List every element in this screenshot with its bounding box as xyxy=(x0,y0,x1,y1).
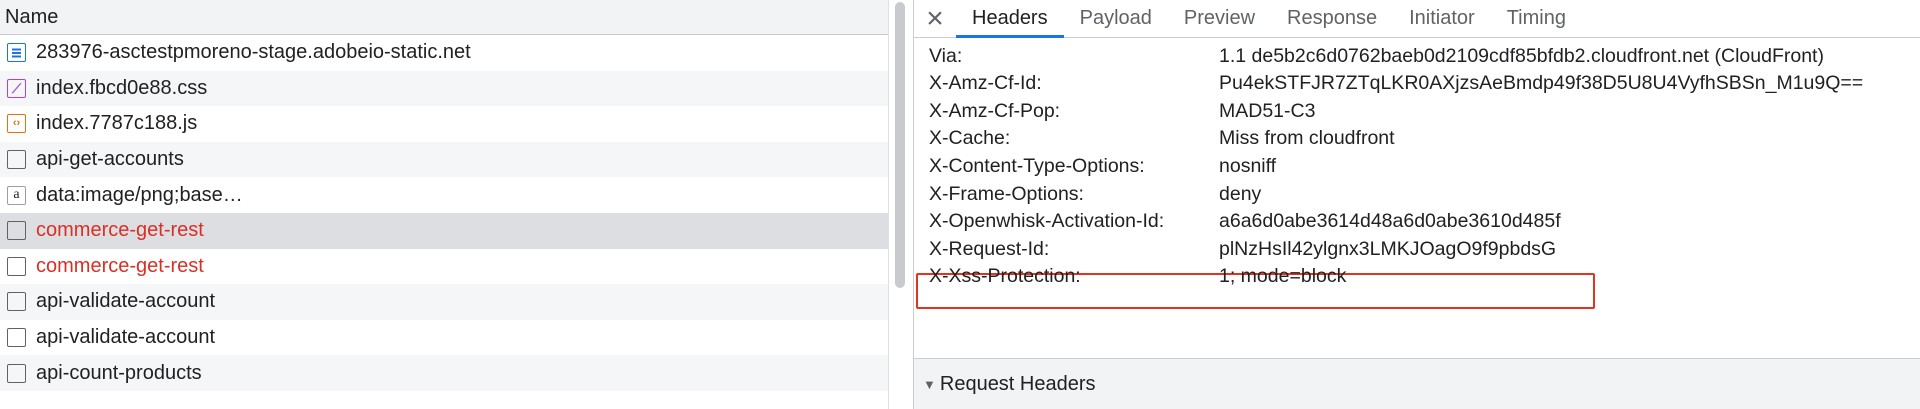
header-value: a6a6d0abe3614d48a6d0abe3610d485f xyxy=(1219,210,1561,233)
header-value: Pu4ekSTFJR7ZTqLKR0AXjzsAeBmdp49f38D5U8U4… xyxy=(1219,72,1864,95)
close-icon: × xyxy=(926,1,944,35)
request-name: api-count-products xyxy=(36,361,202,384)
name-column-label: Name xyxy=(5,5,59,28)
js-file-icon: ‹› xyxy=(7,114,26,134)
request-list: 283976-asctestpmoreno-stage.adobeio-stat… xyxy=(0,35,888,391)
response-headers-list: Via: 1.1 de5b2c6d0762baeb0d2109cdf85bfdb2… xyxy=(914,38,1920,356)
tab-initiator[interactable]: Initiator xyxy=(1393,0,1491,37)
header-key: X-Amz-Cf-Pop: xyxy=(929,99,1061,122)
request-headers-title: Request Headers xyxy=(939,372,1096,395)
close-details-button[interactable]: × xyxy=(914,0,956,37)
fetch-icon xyxy=(7,328,26,348)
request-list-pane: Name 283976-asctestpmoreno-stage.adobeio… xyxy=(0,0,888,409)
details-tabbar: × Headers Payload Preview Response Initiator… xyxy=(914,0,1920,38)
request-row[interactable]: ‹› index.7787c188.js xyxy=(0,106,888,142)
name-column-header[interactable]: Name xyxy=(0,0,888,35)
header-key: Via: xyxy=(929,44,963,67)
request-list-scrollbar[interactable] xyxy=(888,0,908,409)
tab-preview[interactable]: Preview xyxy=(1168,0,1271,37)
request-row[interactable]: 283976-asctestpmoreno-stage.adobeio-stat… xyxy=(0,35,888,71)
request-row[interactable]: ⟋ index.fbcd0e88.css xyxy=(0,70,888,107)
tab-timing[interactable]: Timing xyxy=(1491,0,1582,37)
css-file-icon: ⟋ xyxy=(7,78,26,98)
request-row[interactable]: a data:image/png;base… xyxy=(0,177,888,213)
request-details-pane: × Headers Payload Preview Response Initiator… xyxy=(914,0,1920,409)
header-value: 1; mode=block xyxy=(1219,265,1347,288)
fetch-icon xyxy=(7,292,26,312)
header-key: X-Openwhisk-Activation-Id: xyxy=(929,210,1165,233)
request-row[interactable]: api-validate-account xyxy=(0,319,888,356)
request-name: commerce-get-rest xyxy=(36,254,204,277)
tab-headers[interactable]: Headers xyxy=(956,0,1064,38)
header-key: X-Xss-Protection: xyxy=(929,265,1081,288)
details-tabs: Headers Payload Preview Response Initiator Ti… xyxy=(956,0,1582,38)
image-data-icon: a xyxy=(7,185,26,205)
header-value: plNzHsIl42ylgnx3LMKJOagO9f9pbdsG xyxy=(1219,237,1557,260)
document-icon xyxy=(7,43,26,63)
request-name: api-validate-account xyxy=(36,290,215,313)
header-value: nosniff xyxy=(1219,154,1277,177)
request-row[interactable]: api-validate-account xyxy=(0,284,888,320)
header-key: X-Cache: xyxy=(929,127,1011,150)
expand-triangle-icon: ▼ xyxy=(923,376,936,392)
header-key: X-Content-Type-Options: xyxy=(929,154,1145,177)
details-scrollbar[interactable] xyxy=(1906,38,1920,409)
fetch-icon xyxy=(7,221,26,241)
header-key: X-Request-Id: xyxy=(929,237,1050,260)
fetch-icon xyxy=(7,256,26,276)
request-name: index.fbcd0e88.css xyxy=(36,76,208,99)
header-value: deny xyxy=(1219,182,1262,205)
request-row[interactable]: commerce-get-rest xyxy=(0,212,888,249)
header-value: 1.1 de5b2c6d0762baeb0d2109cdf85bfdb2.clo… xyxy=(1219,44,1824,67)
request-headers-section-toggle[interactable]: ▼ Request Headers xyxy=(914,359,1920,409)
request-row[interactable]: api-get-accounts xyxy=(0,141,888,178)
request-name: commerce-get-rest xyxy=(36,219,204,242)
request-name: api-validate-account xyxy=(36,326,215,349)
header-key: X-Frame-Options: xyxy=(929,182,1084,205)
header-value: MAD51-C3 xyxy=(1219,99,1316,122)
tab-payload[interactable]: Payload xyxy=(1064,0,1168,37)
request-name: index.7787c188.js xyxy=(36,112,198,135)
request-name: data:image/png;base… xyxy=(36,183,243,206)
scrollbar-thumb[interactable] xyxy=(895,2,905,288)
request-row[interactable]: commerce-get-rest xyxy=(0,248,888,285)
request-name: 283976-asctestpmoreno-stage.adobeio-stat… xyxy=(36,41,471,64)
tab-response[interactable]: Response xyxy=(1271,0,1393,37)
header-value: Miss from cloudfront xyxy=(1219,127,1395,150)
response-header-row: X-Xss-Protection: 1; mode=block xyxy=(914,260,1920,294)
header-key: X-Amz-Cf-Id: xyxy=(929,72,1042,95)
fetch-icon xyxy=(7,150,26,170)
request-row[interactable]: api-count-products xyxy=(0,355,888,391)
fetch-icon xyxy=(7,363,26,383)
request-name: api-get-accounts xyxy=(36,148,184,171)
